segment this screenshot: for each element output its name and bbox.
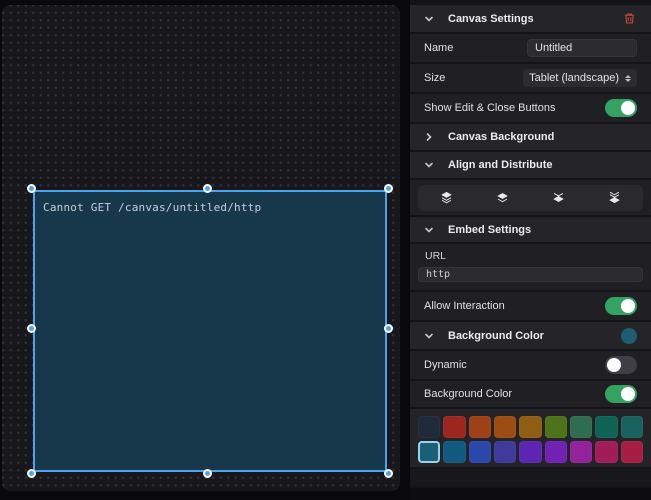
section-header-align-distribute[interactable]: Align and Distribute [410,152,651,178]
name-label: Name [424,42,454,54]
select-arrows-icon [625,74,631,82]
section-title: Embed Settings [448,223,532,236]
chevron-down-icon [425,16,433,22]
color-swatch[interactable] [595,416,618,438]
delete-canvas-button[interactable] [621,11,637,27]
selection-handle-top-right[interactable] [384,184,393,193]
color-swatch-grid [410,409,651,467]
color-swatch[interactable] [570,441,593,463]
selection-handle-bottom-left[interactable] [27,469,36,478]
url-label: URL [425,250,447,262]
chevron-down-icon [425,162,433,168]
send-backward-button[interactable] [545,187,573,209]
color-swatch[interactable] [468,441,492,463]
swatch-row-2 [418,441,643,463]
color-swatch[interactable] [569,416,593,438]
color-swatch[interactable] [595,441,618,463]
allow-interaction-toggle[interactable] [605,297,637,315]
color-swatch[interactable] [620,416,643,438]
color-swatch[interactable] [544,416,567,438]
bring-to-front-button[interactable] [432,187,460,209]
section-header-background-color[interactable]: Background Color [410,322,651,349]
selection-handle-bottom-right[interactable] [384,469,393,478]
section-title: Canvas Background [448,131,555,143]
dynamic-row: Dynamic [410,351,651,379]
send-backward-icon [553,193,564,202]
current-color-swatch[interactable] [621,327,637,344]
chevron-down-icon [425,227,433,233]
background-color-enable-row: Background Color [410,381,651,407]
size-select[interactable]: Tablet (landscape) [523,69,637,87]
url-row: URL [410,244,651,290]
show-edit-label: Show Edit & Close Buttons [424,102,556,114]
size-row: Size Tablet (landscape) [410,64,651,92]
bring-forward-icon [497,193,508,203]
selection-handle-bottom-center[interactable] [203,469,212,478]
color-swatch[interactable] [443,416,466,438]
chevron-down-icon [425,333,433,339]
bring-to-front-icon [440,191,452,204]
section-header-canvas-background[interactable]: Canvas Background [410,124,651,150]
color-swatch[interactable] [418,416,441,438]
color-swatch[interactable] [443,441,466,463]
background-color-label: Background Color [424,388,513,400]
size-select-value: Tablet (landscape) [529,72,619,84]
swatch-row-1 [418,416,643,438]
settings-panel: Canvas Settings Name Size Tablet (landsc… [410,0,651,500]
app-root: Cannot GET /canvas/untitled/http Canvas … [0,0,651,500]
selection-handle-top-center[interactable] [203,184,212,193]
color-swatch[interactable] [544,441,567,463]
bring-forward-button[interactable] [488,187,516,209]
url-input[interactable] [418,267,643,282]
canvas-workspace[interactable]: Cannot GET /canvas/untitled/http [2,5,400,491]
selection-handle-top-left[interactable] [27,184,36,193]
color-swatch[interactable] [493,416,517,438]
send-to-back-icon [609,191,621,204]
section-title: Background Color [448,329,544,342]
selection-handle-middle-right[interactable] [384,324,393,333]
chevron-right-icon [426,133,432,141]
color-swatch[interactable] [620,441,643,463]
background-color-toggle[interactable] [605,385,637,403]
send-to-back-button[interactable] [601,187,629,209]
panel-bottom-strip [410,488,651,500]
color-swatch[interactable] [418,441,441,463]
selection-handle-middle-left[interactable] [27,324,36,333]
trash-icon [624,13,634,24]
panel-empty-area [410,469,651,486]
size-label: Size [424,72,446,84]
color-swatch[interactable] [519,441,542,463]
section-header-canvas-settings[interactable]: Canvas Settings [410,5,651,32]
section-title: Align and Distribute [448,159,553,171]
allow-interaction-row: Allow Interaction [410,292,651,320]
embed-element[interactable]: Cannot GET /canvas/untitled/http [27,184,393,478]
color-swatch[interactable] [494,441,517,463]
embed-error-text: Cannot GET /canvas/untitled/http [43,201,262,214]
name-input[interactable] [527,39,637,57]
allow-interaction-label: Allow Interaction [424,300,505,312]
color-swatch[interactable] [519,416,542,438]
show-edit-toggle[interactable] [605,99,637,117]
section-header-embed-settings[interactable]: Embed Settings [410,217,651,242]
dynamic-toggle[interactable] [605,356,637,374]
dynamic-label: Dynamic [424,359,467,371]
section-title: Canvas Settings [448,12,534,25]
show-edit-row: Show Edit & Close Buttons [410,94,651,122]
color-swatch[interactable] [468,416,491,438]
name-row: Name [410,34,651,62]
layer-order-toolbar [410,180,651,215]
